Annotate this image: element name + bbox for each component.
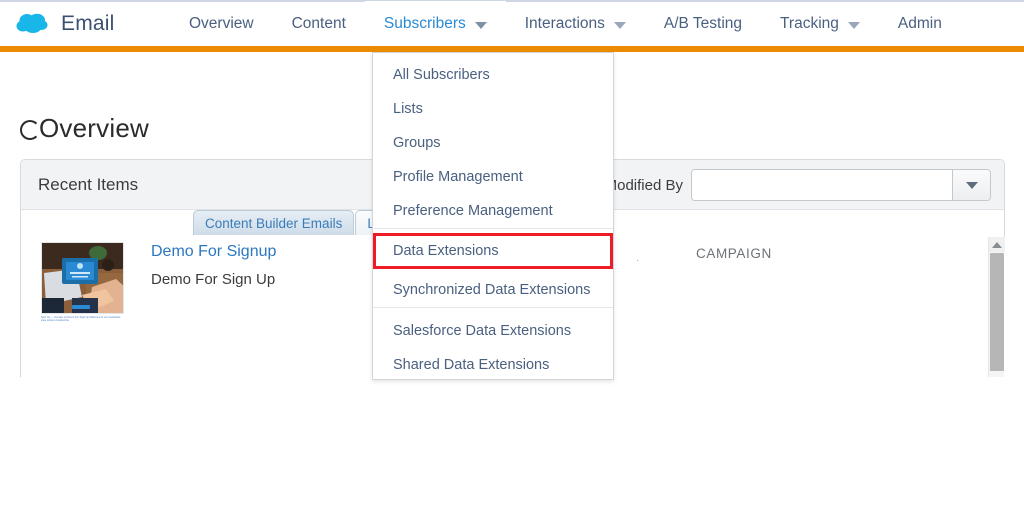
menu-item-data-extensions[interactable]: Data Extensions xyxy=(373,233,613,269)
nav-item-label: Interactions xyxy=(524,15,605,32)
menu-item-profile-management[interactable]: Profile Management xyxy=(373,160,613,194)
scrollbar-thumb[interactable] xyxy=(990,253,1004,371)
app-root: Email Overview Content Subscribers Inter… xyxy=(0,0,1024,527)
brand[interactable]: Email xyxy=(0,11,170,37)
recent-item-category: CAMPAIGN xyxy=(696,246,772,261)
menu-item-label: Salesforce Data Extensions xyxy=(393,323,572,339)
menu-item-label: Profile Management xyxy=(393,169,523,185)
top-navigation-bar: Email Overview Content Subscribers Inter… xyxy=(0,0,1024,47)
nav-items: Overview Content Subscribers Interaction… xyxy=(170,1,961,47)
chevron-down-icon xyxy=(847,21,860,29)
nav-item-admin[interactable]: Admin xyxy=(879,1,961,47)
menu-item-label: Groups xyxy=(393,135,441,151)
chevron-down-icon xyxy=(613,21,626,29)
page-title: Overview xyxy=(20,113,149,144)
menu-item-shared-data-extensions[interactable]: Shared Data Extensions xyxy=(373,348,613,382)
chevron-down-icon xyxy=(474,21,487,29)
menu-item-preference-management[interactable]: Preference Management xyxy=(373,194,613,228)
menu-item-groups[interactable]: Groups xyxy=(373,126,613,160)
menu-item-label: Synchronized Data Extensions xyxy=(393,282,591,298)
brand-name: Email xyxy=(61,12,115,35)
subscribers-dropdown-menu: All Subscribers Lists Groups Profile Man… xyxy=(372,52,614,380)
recent-item-subtitle: Demo For Sign Up xyxy=(151,271,276,288)
thumbnail-caption: Sign Up — Contact us Demo For Sign Up We… xyxy=(41,316,121,323)
nav-item-label: Admin xyxy=(897,15,942,32)
modified-by-input[interactable] xyxy=(692,170,952,200)
menu-item-synchronized-data-extensions[interactable]: Synchronized Data Extensions xyxy=(373,273,613,307)
nav-item-subscribers[interactable]: Subscribers xyxy=(364,1,506,47)
modified-by-filter: Modified By xyxy=(605,169,991,201)
modified-by-dropdown-button[interactable] xyxy=(952,170,990,200)
page-title-text: Overview xyxy=(39,113,149,143)
menu-item-label: Shared Data Extensions xyxy=(393,357,550,373)
tab-content-builder-emails[interactable]: Content Builder Emails xyxy=(193,210,355,235)
nav-item-overview[interactable]: Overview xyxy=(170,1,273,47)
nav-item-label: Tracking xyxy=(780,15,839,32)
panel-scrollbar[interactable] xyxy=(988,237,1005,377)
nav-item-label: Subscribers xyxy=(383,15,466,32)
nav-item-label: A/B Testing xyxy=(663,15,743,32)
chevron-down-icon xyxy=(965,181,978,189)
email-preview-thumbnail[interactable] xyxy=(41,242,124,314)
panel-title: Recent Items xyxy=(38,174,139,194)
loading-spinner-icon xyxy=(20,119,40,140)
menu-item-label: Data Extensions xyxy=(393,243,499,259)
nav-item-tracking[interactable]: Tracking xyxy=(761,1,879,47)
recent-item-title[interactable]: Demo For Signup xyxy=(151,243,276,261)
menu-separator xyxy=(373,228,613,229)
menu-item-salesforce-data-extensions[interactable]: Salesforce Data Extensions xyxy=(373,314,613,348)
menu-item-all-subscribers[interactable]: All Subscribers xyxy=(373,58,613,92)
tab-label: Content Builder Emails xyxy=(205,215,343,231)
menu-item-label: All Subscribers xyxy=(393,67,490,83)
menu-item-label: Lists xyxy=(393,101,423,117)
recent-item-separator-dot: · xyxy=(636,255,640,266)
nav-item-label: Overview xyxy=(189,15,254,32)
menu-item-label: Preference Management xyxy=(393,203,553,219)
nav-item-ab-testing[interactable]: A/B Testing xyxy=(645,1,761,47)
modified-by-label: Modified By xyxy=(604,176,683,194)
modified-by-combobox[interactable] xyxy=(691,169,991,201)
scroll-up-arrow-icon xyxy=(992,241,1002,248)
menu-item-lists[interactable]: Lists xyxy=(373,92,613,126)
nav-item-label: Content xyxy=(291,15,346,32)
scroll-up-button[interactable] xyxy=(989,237,1005,252)
salesforce-cloud-icon xyxy=(14,11,52,37)
nav-item-interactions[interactable]: Interactions xyxy=(506,1,645,47)
nav-item-content[interactable]: Content xyxy=(273,1,365,47)
